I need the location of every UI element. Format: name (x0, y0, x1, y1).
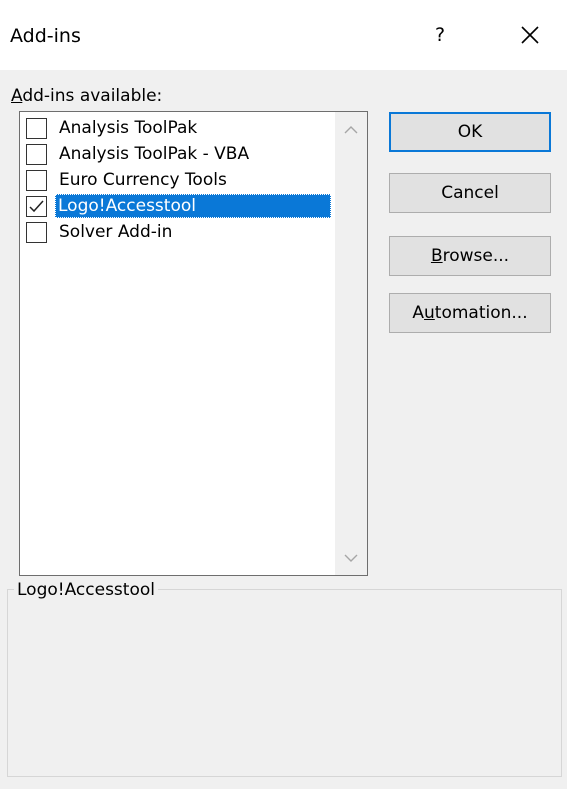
chevron-down-icon (344, 554, 358, 562)
close-icon (521, 26, 539, 44)
add-in-checkbox[interactable] (26, 222, 47, 243)
dialog-title: Add-ins (10, 25, 81, 47)
cancel-button[interactable]: Cancel (389, 173, 551, 213)
help-button[interactable]: ? (418, 14, 462, 56)
add-in-label: Solver Add-in (59, 222, 173, 242)
add-in-checkbox[interactable] (26, 144, 47, 165)
list-item[interactable]: Euro Currency Tools (24, 167, 337, 193)
scroll-down-button[interactable] (335, 541, 367, 575)
chevron-up-icon (344, 125, 358, 133)
vertical-scrollbar[interactable] (335, 112, 367, 575)
list-item[interactable]: Analysis ToolPak (24, 115, 337, 141)
check-icon (29, 200, 44, 213)
add-ins-listbox[interactable]: Analysis ToolPak Analysis ToolPak - VBA Eu… (19, 111, 368, 576)
add-in-checkbox[interactable] (26, 118, 47, 139)
add-in-label: Analysis ToolPak - VBA (59, 144, 250, 164)
close-button[interactable] (508, 14, 552, 56)
add-in-checkbox[interactable] (26, 170, 47, 191)
ok-button[interactable]: OK (389, 112, 551, 152)
description-title: Logo!Accesstool (14, 579, 158, 601)
add-in-checkbox[interactable] (26, 196, 47, 217)
list-item[interactable]: Analysis ToolPak - VBA (24, 141, 337, 167)
title-bar: Add-ins ? (0, 0, 567, 70)
browse-button[interactable]: Browse... (389, 236, 551, 276)
description-group (7, 589, 562, 777)
automation-button[interactable]: Automation... (389, 293, 551, 333)
add-in-label: Euro Currency Tools (59, 170, 227, 190)
add-in-label: Logo!Accesstool (55, 194, 331, 218)
add-ins-dialog: Add-ins ? Add-ins available: Analysis To… (0, 0, 567, 789)
add-in-label: Analysis ToolPak (59, 118, 198, 138)
scroll-up-button[interactable] (335, 112, 367, 146)
add-ins-available-label: Add-ins available: (11, 86, 163, 106)
list-item[interactable]: Logo!Accesstool (24, 193, 337, 219)
list-item[interactable]: Solver Add-in (24, 219, 337, 245)
